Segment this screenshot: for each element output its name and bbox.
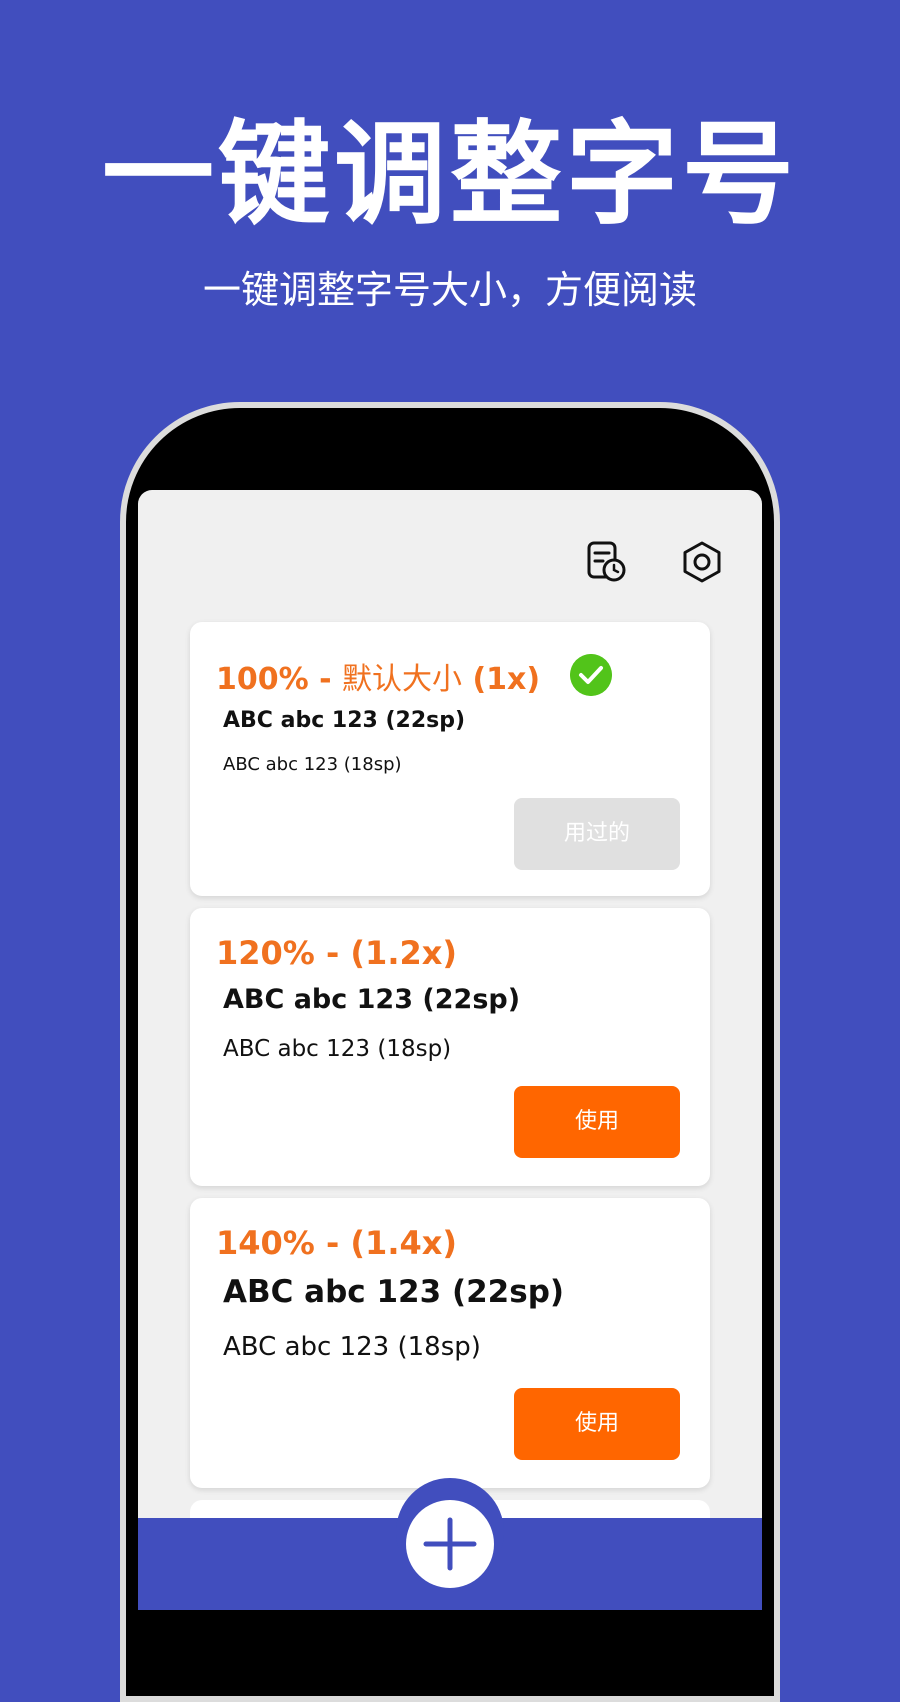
option-title: 140% - (1.4x) (216, 1224, 457, 1262)
option-title: 100% - 默认大小 (1x) (216, 654, 540, 698)
phone-screen: 100% - 默认大小 (1x) ABC abc 123 (22sp) ABC … (138, 490, 762, 1610)
font-size-option-100[interactable]: 100% - 默认大小 (1x) ABC abc 123 (22sp) ABC … (190, 622, 710, 896)
sample-text-18sp: ABC abc 123 (18sp) (223, 1332, 481, 1362)
promo-headline: 一键调整字号 (102, 110, 798, 240)
promo-subheadline: 一键调整字号大小，方便阅读 (202, 268, 697, 312)
used-button[interactable]: 用过的 (514, 798, 680, 870)
option-factor: (1x) (462, 662, 541, 697)
option-factor: (1.4x) (350, 1224, 457, 1262)
use-button[interactable]: 使用 (514, 1086, 680, 1158)
use-button[interactable]: 使用 (514, 1388, 680, 1460)
sample-text-18sp: ABC abc 123 (18sp) (223, 754, 402, 775)
plus-icon (423, 1517, 477, 1571)
sample-text-18sp: ABC abc 123 (18sp) (223, 1036, 452, 1062)
option-title: 120% - (1.2x) (216, 934, 457, 972)
option-name: 默认大小 (342, 662, 463, 697)
option-percent: 100% - (216, 662, 343, 697)
font-size-option-120[interactable]: 120% - (1.2x) ABC abc 123 (22sp) ABC abc… (190, 908, 710, 1186)
font-size-option-140[interactable]: 140% - (1.4x) ABC abc 123 (22sp) ABC abc… (190, 1198, 710, 1488)
sample-text-22sp: ABC abc 123 (22sp) (223, 984, 521, 1015)
option-percent: 120% - (216, 934, 351, 972)
selected-check-icon (570, 654, 612, 696)
add-button[interactable] (406, 1500, 494, 1588)
option-percent: 140% - (216, 1224, 351, 1262)
document-clock-icon[interactable] (584, 540, 628, 584)
sample-text-22sp: ABC abc 123 (22sp) (223, 708, 466, 733)
option-factor: (1.2x) (350, 934, 457, 972)
hexagon-settings-icon[interactable] (680, 540, 724, 584)
sample-text-22sp: ABC abc 123 (22sp) (223, 1274, 565, 1310)
